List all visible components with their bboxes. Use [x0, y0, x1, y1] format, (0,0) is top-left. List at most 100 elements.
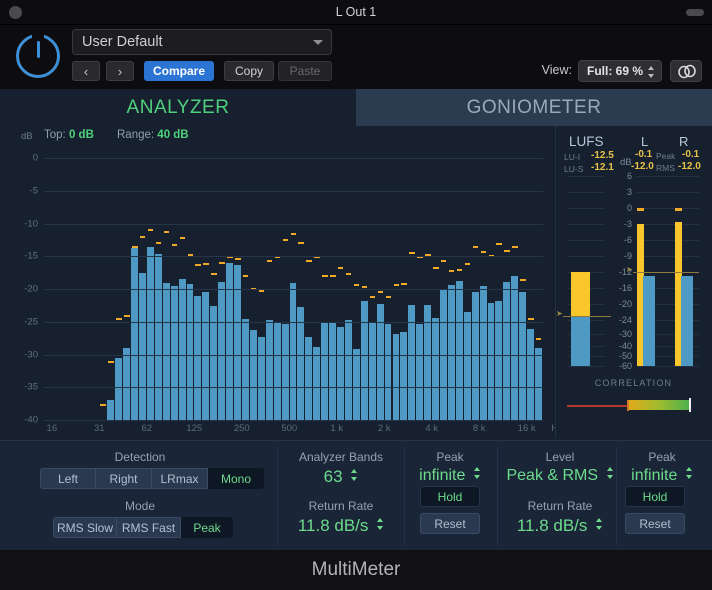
- spectrum-bar: [242, 319, 250, 420]
- link-chain-icon[interactable]: [670, 60, 702, 82]
- analyzer-bands-field[interactable]: 63: [288, 467, 394, 487]
- y-axis-tick: -25: [24, 316, 38, 328]
- spectrum-bar: [511, 275, 520, 420]
- peak-hold-marker: [385, 295, 391, 298]
- view-zoom-selector[interactable]: Full: 69 %: [578, 60, 662, 82]
- spectrum-bar: [123, 347, 132, 420]
- meter-gridline: [637, 192, 699, 193]
- y-axis-tick: -5: [29, 185, 38, 197]
- correlation-negative-track: [567, 405, 627, 407]
- x-axis-tick: 2 k: [377, 423, 391, 434]
- peak-hold-marker: [441, 260, 447, 263]
- spectrum-bar: [400, 331, 409, 420]
- power-icon[interactable]: [16, 34, 60, 78]
- meter-gridline: [567, 208, 605, 209]
- stepper-updown-icon[interactable]: [648, 66, 655, 78]
- analyzer-range-readout[interactable]: Range: 40 dB: [117, 129, 189, 141]
- meter-scale-tick: 6: [626, 171, 632, 181]
- next-preset-button[interactable]: ›: [106, 61, 134, 81]
- rms-row-label: RMS: [656, 163, 675, 173]
- spectrum-bar: [360, 300, 369, 420]
- meter-gridline: [637, 224, 699, 225]
- y-axis-tick: 0: [32, 152, 38, 164]
- analyzer-peak-field[interactable]: infinite: [404, 467, 496, 485]
- spectrum-bar: [313, 346, 322, 420]
- paste-button[interactable]: Paste: [278, 61, 332, 81]
- copy-button[interactable]: Copy: [224, 61, 274, 81]
- lufs-target-line[interactable]: [563, 316, 611, 317]
- peak-hold-marker: [147, 229, 154, 232]
- meter-scale[interactable]: 6 3 0 -3 -6 -9 -12 -16 -20 -24 -30 -40 -50 -60 ➤ ➤: [555, 171, 712, 371]
- analyzer-peak-hold-button[interactable]: Hold: [420, 486, 480, 507]
- tab-goniometer[interactable]: GONIOMETER: [356, 89, 712, 126]
- view-tabs: ANALYZER GONIOMETER: [0, 89, 712, 126]
- control-panel: Detection Left Right LRmax Mono Mode RMS…: [0, 440, 712, 550]
- spectrum-bar: [249, 330, 258, 420]
- stepper-updown-icon[interactable]: [377, 518, 384, 530]
- analyzer-top-value: 0 dB: [68, 129, 94, 141]
- analyzer-range-caption: Range:: [117, 129, 155, 141]
- compare-button[interactable]: Compare: [144, 61, 214, 81]
- peak-hold-marker: [496, 243, 502, 246]
- correlation-fill: [628, 400, 690, 410]
- peak-hold-marker: [377, 290, 384, 293]
- mode-option-rms-slow[interactable]: RMS Slow: [53, 517, 117, 538]
- spectrum-plot[interactable]: 1631621252505001 k2 k4 k8 k16 kHz 0-5-10…: [24, 153, 563, 435]
- spectrum-bar: [344, 320, 353, 420]
- stepper-updown-icon[interactable]: [685, 467, 693, 479]
- spectrum-bar: [107, 400, 116, 420]
- stepper-updown-icon[interactable]: [351, 469, 358, 481]
- peak-hold-marker: [338, 266, 344, 269]
- meter-scale-tick: -3: [623, 219, 632, 229]
- spectrum-bar: [226, 262, 235, 420]
- control-divider-2: [404, 447, 405, 545]
- stepper-updown-icon[interactable]: [596, 518, 603, 530]
- spectrum-bar: [273, 323, 282, 420]
- peak-hold-marker: [243, 274, 249, 277]
- stepper-updown-icon[interactable]: [473, 467, 481, 479]
- preset-selector[interactable]: User Default: [72, 29, 332, 55]
- detection-option-lrmax[interactable]: LRmax: [152, 468, 208, 489]
- peak-row-label: Peak: [656, 151, 676, 161]
- peak-hold-marker: [298, 241, 304, 244]
- meter-gridline: [567, 192, 605, 193]
- mode-option-peak[interactable]: Peak: [181, 517, 233, 538]
- tab-analyzer[interactable]: ANALYZER: [0, 89, 356, 126]
- stepper-updown-icon[interactable]: [606, 467, 614, 479]
- target-arrow-icon[interactable]: ➤: [626, 265, 633, 274]
- level-target-line[interactable]: [633, 272, 699, 273]
- level-peak-hold-button[interactable]: Hold: [625, 486, 685, 507]
- mode-option-rms-fast[interactable]: RMS Fast: [117, 517, 181, 538]
- analyzer-info-row: dB Top: 0 dB Range: 40 dB: [0, 126, 555, 148]
- level-peak-reset-button[interactable]: Reset: [625, 513, 685, 534]
- spectrum-bar: [170, 285, 179, 420]
- peak-right-value: -0.1: [682, 149, 700, 160]
- meter-scale-tick: -40: [618, 341, 632, 351]
- analyzer-peak-reset-button[interactable]: Reset: [420, 513, 480, 534]
- analyzer-top-readout[interactable]: Top: 0 dB: [44, 129, 94, 141]
- resize-pill-icon[interactable]: [686, 9, 704, 16]
- detection-option-left[interactable]: Left: [40, 468, 96, 489]
- lu-short-label: LU-S: [564, 164, 584, 174]
- level-field[interactable]: Peak & RMS: [502, 467, 618, 485]
- target-arrow-icon[interactable]: ➤: [556, 309, 563, 318]
- peak-hold-marker: [155, 242, 162, 245]
- detection-option-mono[interactable]: Mono: [208, 468, 264, 489]
- right-rms-bar: [681, 276, 693, 366]
- analyzer-range-value: 40 dB: [157, 129, 189, 141]
- prev-preset-button[interactable]: ‹: [72, 61, 100, 81]
- meter-scale-tick: -9: [623, 251, 632, 261]
- peak-hold-marker: [369, 295, 376, 298]
- peak-hold-marker: [140, 235, 146, 238]
- x-axis-tick: 31: [94, 423, 105, 434]
- frequency-axis: 1631621252505001 k2 k4 k8 k16 kHz: [44, 420, 563, 440]
- analyzer-return-rate-field[interactable]: 11.8 dB/s: [288, 516, 394, 536]
- x-axis-tick: 16: [46, 423, 58, 434]
- peak-hold-marker: [433, 266, 439, 269]
- level-return-rate-field[interactable]: 11.8 dB/s: [502, 516, 618, 536]
- spectrum-bar: [535, 347, 543, 420]
- peak-hold-marker: [116, 318, 122, 321]
- level-peak-field[interactable]: infinite: [616, 467, 708, 485]
- detection-option-right[interactable]: Right: [96, 468, 152, 489]
- peak-hold-marker: [409, 251, 415, 254]
